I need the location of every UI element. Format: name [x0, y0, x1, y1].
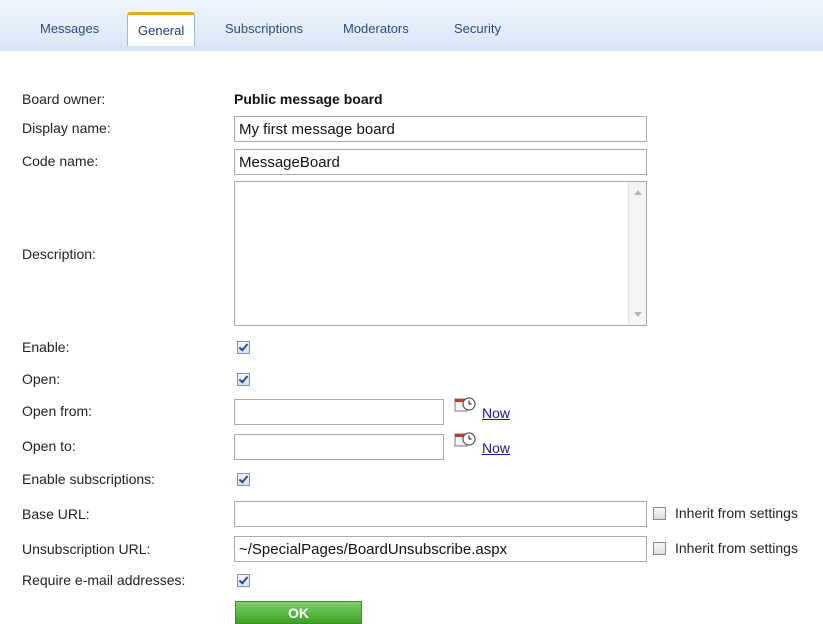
tab-strip: Messages General Subscriptions Moderator…	[0, 0, 823, 49]
require-email-checkbox[interactable]	[237, 574, 250, 587]
scroll-down-icon[interactable]	[634, 312, 642, 317]
unsubscription-url-label: Unsubscription URL:	[22, 541, 151, 557]
board-owner-label: Board owner:	[22, 91, 106, 107]
unsubscription-url-input[interactable]	[234, 536, 647, 562]
description-scrollbar[interactable]	[628, 182, 646, 325]
tab-strip-divider	[0, 46, 823, 51]
base-url-inherit-label: Inherit from settings	[675, 505, 798, 521]
enable-subscriptions-label: Enable subscriptions:	[22, 471, 156, 487]
display-name-label: Display name:	[22, 120, 111, 136]
unsubscription-url-inherit-checkbox[interactable]	[653, 542, 666, 555]
enable-subscriptions-checkbox[interactable]	[237, 473, 250, 486]
open-from-label: Open from:	[22, 403, 93, 419]
code-name-input[interactable]	[234, 149, 647, 175]
calendar-icon[interactable]	[454, 396, 476, 414]
base-url-inherit: Inherit from settings	[653, 505, 823, 523]
open-checkbox[interactable]	[237, 373, 250, 386]
ok-button[interactable]: OK	[235, 601, 362, 624]
open-to-input[interactable]	[234, 434, 444, 460]
base-url-input[interactable]	[234, 501, 647, 527]
enable-label: Enable:	[22, 339, 70, 355]
code-name-label: Code name:	[22, 153, 99, 169]
open-from-now-link[interactable]: Now	[482, 405, 510, 421]
open-from-input[interactable]	[234, 399, 444, 425]
tab-moderators[interactable]: Moderators	[333, 14, 419, 44]
unsubscription-url-inherit-label: Inherit from settings	[675, 540, 798, 556]
display-name-input[interactable]	[234, 116, 647, 142]
tab-security[interactable]: Security	[444, 14, 511, 44]
calendar-icon[interactable]	[454, 431, 476, 449]
board-owner-value: Public message board	[234, 91, 383, 107]
scroll-up-icon[interactable]	[634, 190, 642, 195]
base-url-inherit-checkbox[interactable]	[653, 507, 666, 520]
tab-messages[interactable]: Messages	[30, 14, 109, 44]
open-label: Open:	[22, 371, 61, 387]
open-to-label: Open to:	[22, 438, 76, 454]
enable-checkbox[interactable]	[237, 341, 250, 354]
description-textarea[interactable]	[234, 181, 647, 326]
tab-subscriptions[interactable]: Subscriptions	[215, 14, 313, 44]
description-label: Description:	[22, 246, 96, 262]
require-email-label: Require e-mail addresses:	[22, 572, 186, 588]
tab-general[interactable]: General	[127, 12, 196, 49]
base-url-label: Base URL:	[22, 506, 90, 522]
unsubscription-url-inherit: Inherit from settings	[653, 540, 823, 558]
open-to-now-link[interactable]: Now	[482, 440, 510, 456]
